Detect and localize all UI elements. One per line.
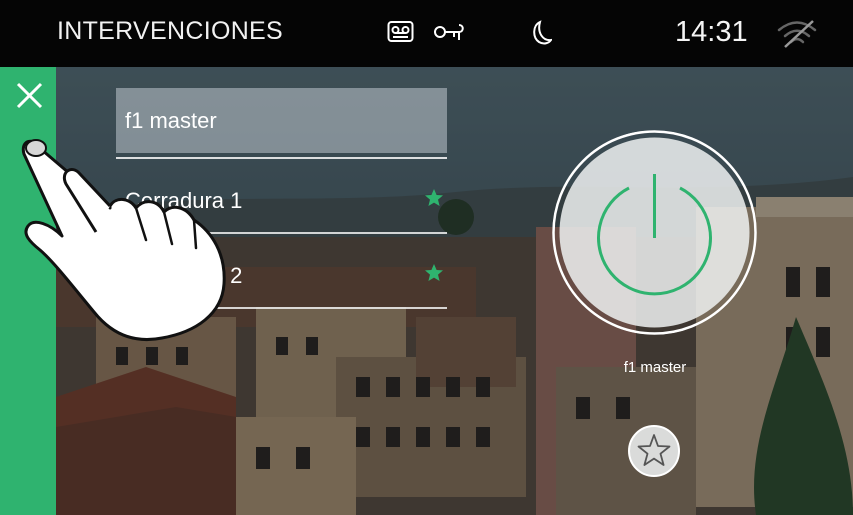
- list-header[interactable]: f1 master: [116, 88, 447, 153]
- favorite-star-icon[interactable]: [424, 188, 444, 208]
- close-icon: [16, 82, 43, 109]
- list-item-cerradura-2[interactable]: Cerradura 2: [116, 234, 447, 309]
- sidebar: [0, 67, 56, 515]
- answering-machine-icon: [387, 21, 414, 42]
- clock: 14:31: [675, 16, 748, 48]
- wifi-off-icon: [777, 20, 817, 48]
- power-button[interactable]: [552, 130, 757, 335]
- key-icon: [434, 24, 464, 40]
- moon-icon: [533, 20, 552, 45]
- list-item-cerradura-1[interactable]: Cerradura 1: [116, 159, 447, 234]
- status-bar: INTERVENCIONES 14:31: [0, 0, 853, 67]
- page-title: INTERVENCIONES: [57, 17, 284, 45]
- favorite-button[interactable]: [627, 424, 681, 478]
- list-item-label: Cerradura 2: [125, 263, 243, 288]
- favorite-star-icon[interactable]: [424, 263, 444, 283]
- power-button-label: f1 master: [623, 359, 687, 376]
- close-button[interactable]: [0, 67, 56, 123]
- intercom-screen: INTERVENCIONES 14:31 f1 master Cerradura…: [0, 0, 853, 515]
- list-item-label: Cerradura 1: [125, 188, 243, 213]
- lock-list: f1 master Cerradura 1 Cerradura 2: [116, 88, 447, 309]
